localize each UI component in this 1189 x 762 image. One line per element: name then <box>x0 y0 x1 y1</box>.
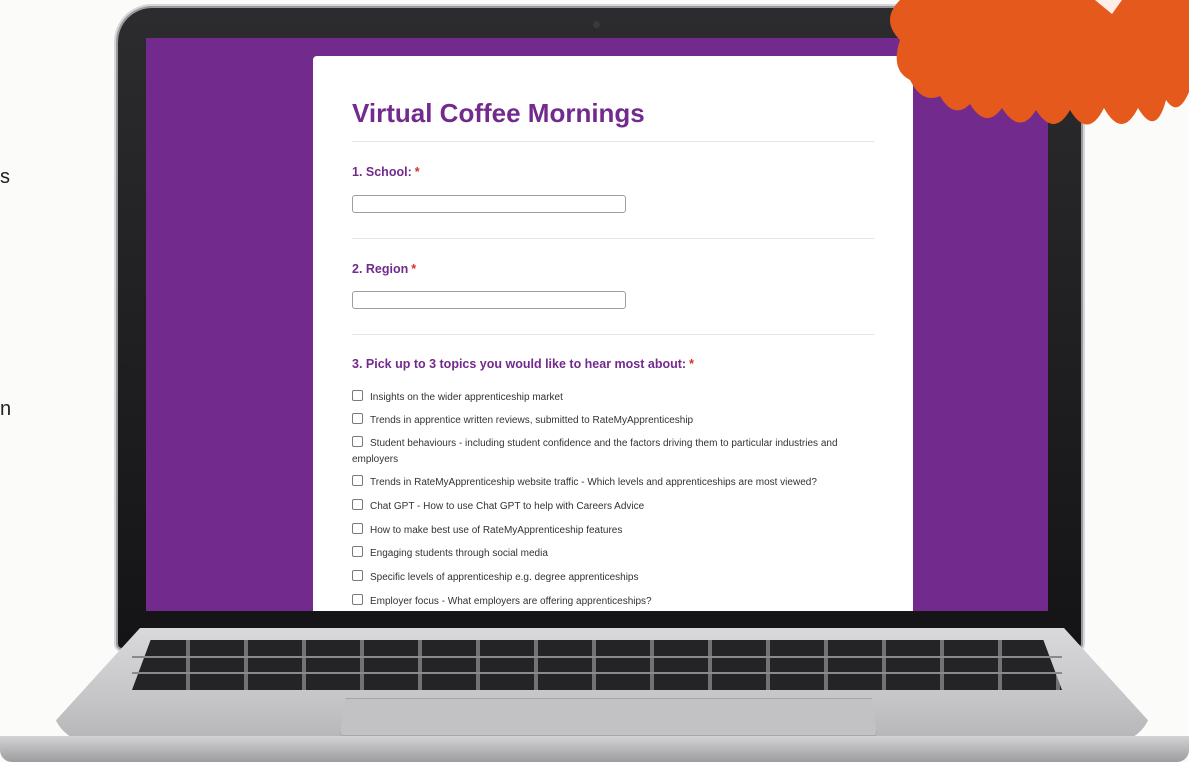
checkbox[interactable] <box>352 570 363 581</box>
form-card: Virtual Coffee Mornings 1. School: * 2. R… <box>313 56 913 611</box>
topic-option[interactable]: How to make best use of RateMyApprentice… <box>352 523 874 539</box>
question-school-label: 1. School: * <box>352 165 420 179</box>
required-asterisk: * <box>689 357 694 371</box>
trackpad <box>340 698 877 736</box>
side-text-fragment-1: s <box>0 166 10 188</box>
checkbox[interactable] <box>352 594 363 605</box>
key-row-separator <box>132 672 1062 674</box>
topic-option[interactable]: Trends in RateMyApprenticeship website t… <box>352 475 874 491</box>
question-topics-label: 3. Pick up to 3 topics you would like to… <box>352 357 694 371</box>
topic-option[interactable]: Chat GPT - How to use Chat GPT to help w… <box>352 499 874 515</box>
option-label: Student behaviours - including student c… <box>352 438 838 465</box>
laptop-base-edge <box>0 736 1189 762</box>
option-label: Engaging students through social media <box>370 548 548 559</box>
required-asterisk: * <box>414 165 420 179</box>
option-label: Specific levels of apprenticeship e.g. d… <box>370 572 639 583</box>
divider <box>352 334 874 335</box>
checkbox[interactable] <box>352 436 363 447</box>
option-label: Employer focus - What employers are offe… <box>370 596 652 607</box>
form-title: Virtual Coffee Mornings <box>352 98 645 128</box>
required-asterisk: * <box>411 262 417 276</box>
divider <box>352 238 874 239</box>
option-label: Trends in RateMyApprenticeship website t… <box>370 477 817 488</box>
camera-icon <box>593 21 600 28</box>
orange-brush-decoration <box>890 0 1189 125</box>
option-label: Trends in apprentice written reviews, su… <box>370 415 694 426</box>
option-label: Insights on the wider apprenticeship mar… <box>370 392 563 403</box>
key-row-separator <box>132 656 1062 658</box>
checkbox[interactable] <box>352 523 363 534</box>
side-text-fragment-2: n <box>0 398 12 420</box>
topic-option[interactable]: Insights on the wider apprenticeship mar… <box>352 390 874 406</box>
question-label-text: 3. Pick up to 3 topics you would like to… <box>352 357 687 371</box>
question-label-text: 1. School: <box>352 165 412 179</box>
option-label: Chat GPT - How to use Chat GPT to help w… <box>370 501 645 512</box>
checkbox[interactable] <box>352 413 363 424</box>
keyboard <box>132 640 1062 690</box>
divider <box>352 141 874 142</box>
checkbox[interactable] <box>352 475 363 486</box>
topic-option[interactable]: Trends in apprentice written reviews, su… <box>352 413 874 429</box>
topic-option[interactable]: Student behaviours - including student c… <box>352 436 874 468</box>
option-label: How to make best use of RateMyApprentice… <box>370 525 623 536</box>
topic-option[interactable]: Employer focus - What employers are offe… <box>352 594 874 610</box>
region-input[interactable] <box>352 291 626 309</box>
topic-option[interactable]: Specific levels of apprenticeship e.g. d… <box>352 570 874 586</box>
school-input[interactable] <box>352 195 626 213</box>
checkbox[interactable] <box>352 546 363 557</box>
topic-option[interactable]: Engaging students through social media <box>352 546 874 562</box>
checkbox[interactable] <box>352 390 363 401</box>
checkbox[interactable] <box>352 499 363 510</box>
question-region-label: 2. Region * <box>352 262 416 276</box>
question-label-text: 2. Region <box>352 262 409 276</box>
